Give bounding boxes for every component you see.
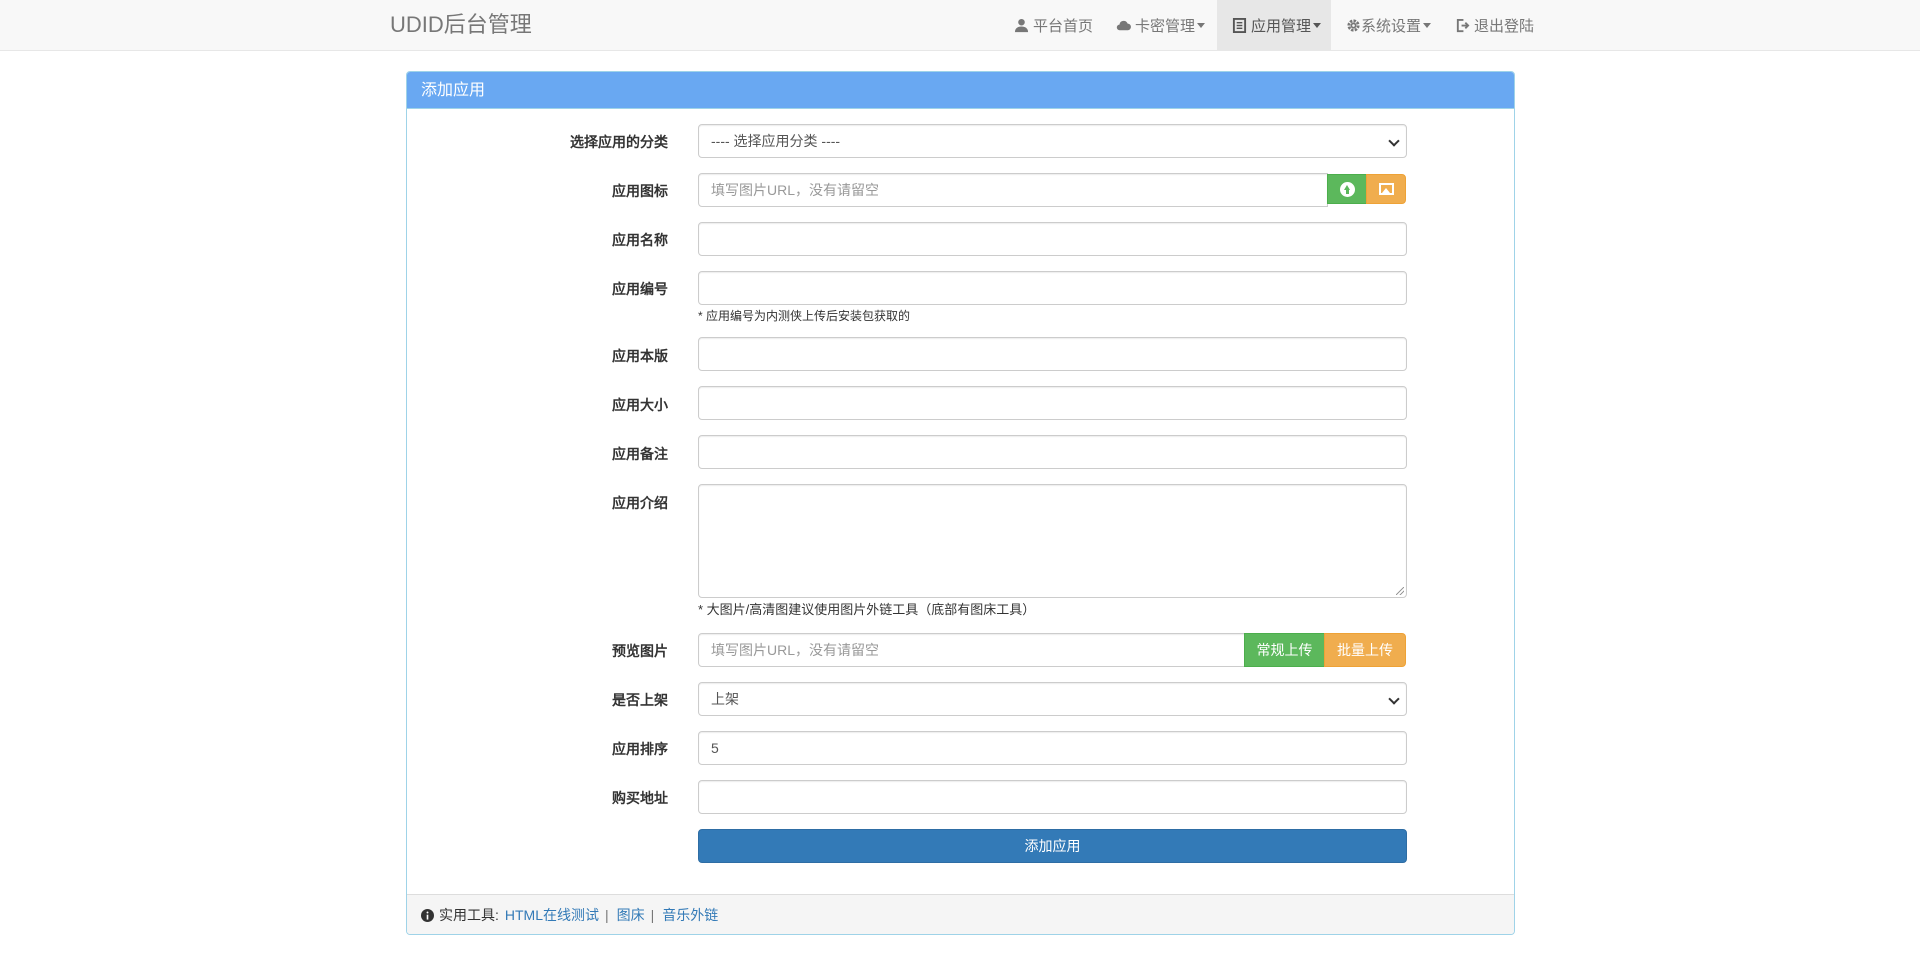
logout-icon [1456, 18, 1470, 32]
nav-item-label: 平台首页 [1033, 17, 1094, 35]
caret-down-icon [1313, 22, 1322, 28]
name-input[interactable] [698, 222, 1407, 256]
separator: | [605, 907, 609, 923]
size-label: 应用大小 [612, 397, 668, 413]
code-input[interactable] [698, 271, 1407, 305]
listed-select[interactable]: 上架 [698, 682, 1407, 716]
order-input[interactable]: 5 [698, 731, 1407, 765]
version-label: 应用本版 [612, 348, 668, 364]
image-host-link[interactable]: 图床 [617, 905, 645, 925]
nav-item-label: 退出登陆 [1474, 17, 1535, 35]
nav-item-label: 应用管理 [1251, 17, 1312, 35]
top-navbar: UDID后台管理 平台首页 卡密管理 应用管理 系统设置 退出登陆 [0, 0, 1920, 51]
category-label: 选择应用的分类 [570, 134, 668, 150]
intro-label: 应用介绍 [612, 495, 668, 511]
nav-item-home[interactable]: 平台首页 [1000, 0, 1107, 50]
intro-help-text: * 大图片/高清图建议使用图片外链工具（底部有图床工具） [698, 602, 1036, 617]
resize-handle-icon[interactable] [1396, 587, 1404, 595]
image-picker-button[interactable] [1366, 174, 1406, 204]
image-icon [1378, 183, 1394, 195]
nav-item-logout[interactable]: 退出登陆 [1455, 0, 1534, 50]
html-test-link[interactable]: HTML在线测试 [505, 905, 599, 925]
preview-label: 预览图片 [612, 643, 668, 659]
cloud-icon [1116, 20, 1131, 30]
tools-label: 实用工具: [439, 907, 499, 923]
regular-upload-button[interactable]: 常规上传 [1244, 633, 1325, 667]
nav-item-settings[interactable]: 系统设置 [1346, 0, 1432, 50]
caret-down-icon [1423, 22, 1432, 28]
nav-item-cards[interactable]: 卡密管理 [1102, 0, 1219, 50]
version-input[interactable] [698, 337, 1407, 371]
book-icon [1232, 17, 1247, 33]
icon-url-input[interactable]: 填写图片URL，没有请留空 [698, 173, 1328, 207]
chevron-down-icon [1388, 135, 1400, 147]
preview-url-input[interactable]: 填写图片URL，没有请留空 [698, 633, 1246, 667]
order-label: 应用排序 [612, 741, 668, 757]
panel-title: 添加应用 [407, 72, 1514, 109]
order-input-value: 5 [711, 740, 719, 756]
tools-footer: 实用工具: HTML在线测试 | 图床 | 音乐外链 [407, 894, 1514, 934]
nav-item-apps[interactable]: 应用管理 [1217, 0, 1331, 50]
remark-input[interactable] [698, 435, 1407, 469]
icon-label: 应用图标 [612, 183, 668, 199]
preview-url-placeholder: 填写图片URL，没有请留空 [711, 642, 880, 658]
chevron-down-icon [1388, 693, 1400, 705]
nav-item-label: 系统设置 [1361, 17, 1422, 35]
info-icon [421, 908, 434, 922]
buy-url-label: 购买地址 [612, 790, 668, 806]
remark-label: 应用备注 [612, 446, 668, 462]
buy-url-input[interactable] [698, 780, 1407, 814]
size-input[interactable] [698, 386, 1407, 420]
category-select[interactable]: ---- 选择应用分类 ---- [698, 124, 1407, 158]
music-link[interactable]: 音乐外链 [662, 905, 718, 925]
icon-url-placeholder: 填写图片URL，没有请留空 [711, 182, 880, 198]
category-select-value: ---- 选择应用分类 ---- [711, 133, 841, 149]
intro-textarea[interactable] [698, 484, 1407, 598]
brand-link[interactable]: UDID后台管理 [390, 0, 532, 50]
listed-select-value: 上架 [711, 691, 739, 707]
code-help-text: * 应用编号为内测侠上传后安装包获取的 [698, 309, 911, 323]
name-label: 应用名称 [612, 232, 668, 248]
user-icon [1014, 18, 1029, 32]
code-label: 应用编号 [612, 281, 668, 297]
upload-icon-button[interactable] [1327, 174, 1367, 204]
listed-label: 是否上架 [612, 692, 668, 708]
caret-down-icon [1197, 22, 1206, 28]
separator: | [650, 907, 655, 923]
submit-add-app-button[interactable]: 添加应用 [698, 829, 1407, 863]
gear-icon [1347, 18, 1360, 32]
upload-icon [1339, 181, 1355, 197]
batch-upload-button[interactable]: 批量上传 [1324, 633, 1406, 667]
nav-item-label: 卡密管理 [1135, 17, 1196, 35]
